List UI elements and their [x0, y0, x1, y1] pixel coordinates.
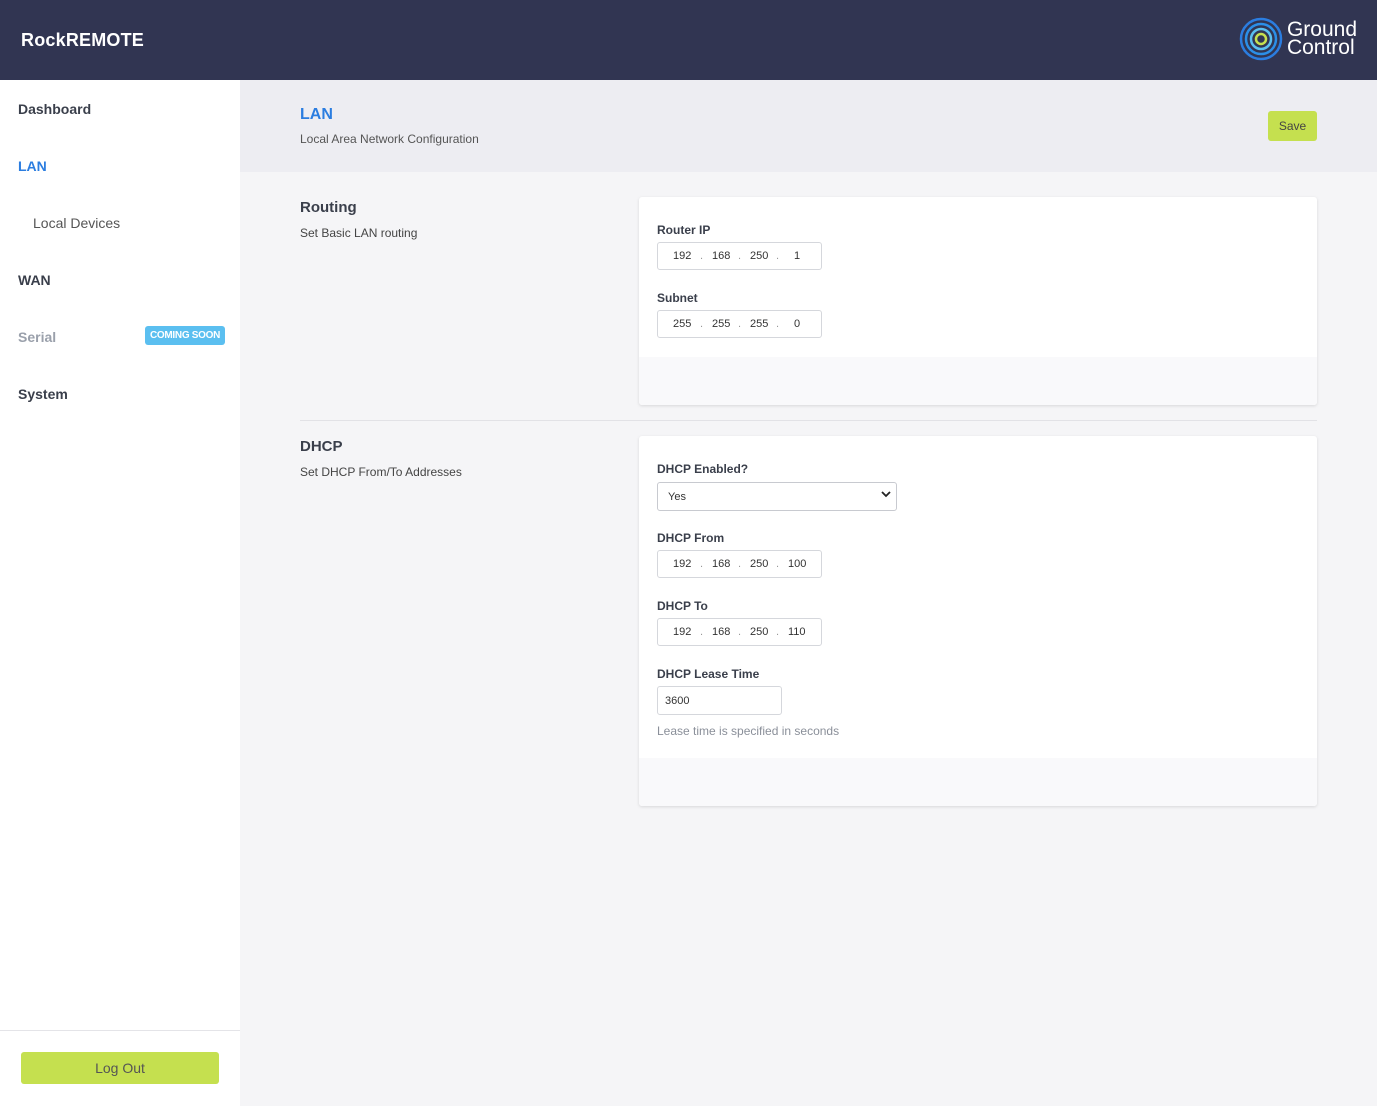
save-button[interactable]: Save	[1268, 111, 1317, 141]
dhcp-card: DHCP Enabled? Yes DHCP From 192. 168. 25…	[639, 436, 1317, 806]
octet-1[interactable]: 192	[673, 626, 691, 638]
coming-soon-badge: COMING SOON	[145, 326, 226, 345]
lease-time-label: DHCP Lease Time	[657, 667, 760, 681]
page-title: LAN	[300, 106, 333, 123]
dhcp-from-input[interactable]: 192. 168. 250. 100	[657, 550, 822, 578]
dhcp-to-label: DHCP To	[657, 599, 708, 613]
sidebar-item-serial: Serial	[18, 329, 57, 345]
ground-control-logo: Ground Control	[1239, 17, 1357, 61]
octet-4[interactable]: 1	[794, 250, 800, 262]
dhcp-enabled-select[interactable]: Yes	[657, 482, 897, 511]
selected-value: Yes	[668, 491, 686, 503]
octet-4[interactable]: 100	[788, 558, 806, 570]
octet-3[interactable]: 250	[750, 250, 768, 262]
octet-2[interactable]: 168	[712, 626, 730, 638]
page-header: LAN Local Area Network Configuration Sav…	[240, 80, 1377, 172]
top-bar: RockREMOTE Ground Control	[0, 0, 1377, 80]
octet-1[interactable]: 255	[673, 318, 691, 330]
section-title-routing: Routing	[300, 199, 357, 216]
router-ip-input[interactable]: 192. 168. 250. 1	[657, 242, 822, 270]
section-subtitle-dhcp: Set DHCP From/To Addresses	[300, 465, 462, 479]
octet-1[interactable]: 192	[673, 250, 691, 262]
sidebar-item-dashboard[interactable]: Dashboard	[18, 101, 91, 117]
chevron-down-icon	[881, 491, 891, 498]
sidebar-item-wan[interactable]: WAN	[18, 272, 51, 288]
octet-4[interactable]: 0	[794, 318, 800, 330]
card-footer	[639, 758, 1317, 806]
section-title-dhcp: DHCP	[300, 438, 343, 455]
brand-name: RockREMOTE	[21, 30, 145, 50]
octet-1[interactable]: 192	[673, 558, 691, 570]
sidebar-item-system[interactable]: System	[18, 386, 68, 402]
ground-control-logo-icon	[1239, 17, 1283, 61]
subnet-input[interactable]: 255. 255. 255. 0	[657, 310, 822, 338]
lease-time-help: Lease time is specified in seconds	[657, 724, 840, 738]
octet-4[interactable]: 110	[788, 626, 806, 638]
octet-3[interactable]: 250	[750, 626, 768, 638]
routing-card: Router IP 192. 168. 250. 1 Subnet 255. 2…	[639, 197, 1317, 405]
dhcp-enabled-label: DHCP Enabled?	[657, 462, 749, 476]
card-footer	[639, 357, 1317, 405]
lease-time-input[interactable]: 3600	[657, 686, 782, 715]
dhcp-to-input[interactable]: 192. 168. 250. 110	[657, 618, 822, 646]
page-subtitle: Local Area Network Configuration	[300, 132, 479, 146]
dhcp-from-label: DHCP From	[657, 531, 725, 545]
sidebar-item-local-devices[interactable]: Local Devices	[33, 215, 120, 231]
section-subtitle-routing: Set Basic LAN routing	[300, 226, 418, 240]
octet-2[interactable]: 168	[712, 250, 730, 262]
logo-text: Control	[1286, 36, 1355, 59]
octet-3[interactable]: 250	[750, 558, 768, 570]
sidebar-item-lan[interactable]: LAN	[18, 158, 47, 174]
section-divider	[300, 420, 1317, 421]
divider	[0, 1030, 240, 1031]
router-ip-label: Router IP	[657, 223, 711, 237]
octet-2[interactable]: 255	[712, 318, 730, 330]
octet-3[interactable]: 255	[750, 318, 768, 330]
sidebar: Dashboard LAN Local Devices WAN Serial C…	[0, 80, 240, 1106]
logout-button[interactable]: Log Out	[21, 1052, 219, 1084]
subnet-label: Subnet	[657, 291, 698, 305]
octet-2[interactable]: 168	[712, 558, 730, 570]
